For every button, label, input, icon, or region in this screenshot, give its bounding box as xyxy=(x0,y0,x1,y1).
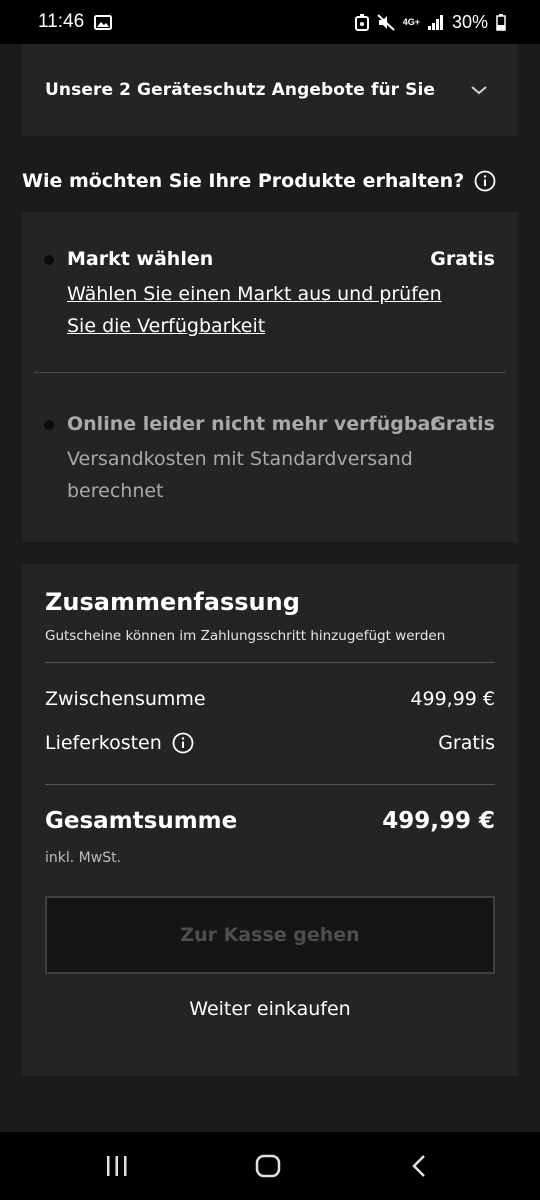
radio-button[interactable] xyxy=(44,255,54,265)
battery-icon xyxy=(496,13,506,31)
subtotal-row: Zwischensumme 499,99 € xyxy=(45,688,495,710)
navigation-bar xyxy=(0,1132,540,1200)
summary-title: Zusammenfassung xyxy=(45,588,300,616)
option-price: Gratis xyxy=(430,413,495,435)
delivery-heading-text: Wie möchten Sie Ihre Produkte erhalten? xyxy=(22,170,465,192)
total-label: Gesamtsumme xyxy=(45,808,238,834)
choose-store-link[interactable]: Wählen Sie einen Markt aus und prüfen Si… xyxy=(67,278,447,342)
signal-icon xyxy=(427,14,444,30)
network-type: 4G+ xyxy=(402,16,420,27)
option-description: Versandkosten mit Standardversand berech… xyxy=(67,448,413,502)
gallery-icon xyxy=(94,14,113,30)
clock: 11:46 xyxy=(38,11,85,32)
device-protection-accordion[interactable]: Unsere 2 Geräteschutz Angebote für Sie xyxy=(22,44,518,136)
recent-apps-icon[interactable] xyxy=(104,1150,130,1182)
divider xyxy=(45,662,495,663)
home-icon[interactable] xyxy=(254,1150,282,1182)
status-bar: 11:46 4G+ 30% xyxy=(0,0,540,44)
continue-shopping-link[interactable]: Weiter einkaufen xyxy=(45,998,495,1020)
battery-percent: 30% xyxy=(451,11,488,32)
shipping-row: Lieferkosten Gratis xyxy=(45,732,495,754)
alarm-icon xyxy=(354,13,369,31)
total-row: Gesamtsumme 499,99 € xyxy=(45,808,495,834)
divider xyxy=(34,372,506,373)
divider xyxy=(45,784,495,785)
checkout-button[interactable]: Zur Kasse gehen xyxy=(45,896,495,974)
accordion-title: Unsere 2 Geräteschutz Angebote für Sie xyxy=(45,80,436,100)
info-icon[interactable] xyxy=(474,170,496,192)
subtotal-label: Zwischensumme xyxy=(45,688,206,710)
back-icon[interactable] xyxy=(408,1150,430,1182)
shipping-label: Lieferkosten xyxy=(45,732,162,754)
option-price: Gratis xyxy=(430,248,495,270)
option-title: Markt wählen xyxy=(67,248,214,270)
subtotal-value: 499,99 € xyxy=(410,688,495,710)
vat-note: inkl. MwSt. xyxy=(45,850,122,866)
info-icon[interactable] xyxy=(172,732,194,754)
order-summary: Zusammenfassung Gutscheine können im Zah… xyxy=(22,564,518,1076)
shipping-value: Gratis xyxy=(438,732,495,754)
mute-icon xyxy=(377,13,395,31)
voucher-note: Gutscheine können im Zahlungsschritt hin… xyxy=(45,628,446,644)
radio-button xyxy=(44,420,54,430)
delivery-heading: Wie möchten Sie Ihre Produkte erhalten? xyxy=(22,170,518,192)
option-title: Online leider nicht mehr verfügbar xyxy=(67,413,440,435)
total-value: 499,99 € xyxy=(382,808,495,834)
delivery-options: Markt wählen Gratis Wählen Sie einen Mar… xyxy=(22,212,518,542)
chevron-down-icon[interactable] xyxy=(470,81,488,100)
